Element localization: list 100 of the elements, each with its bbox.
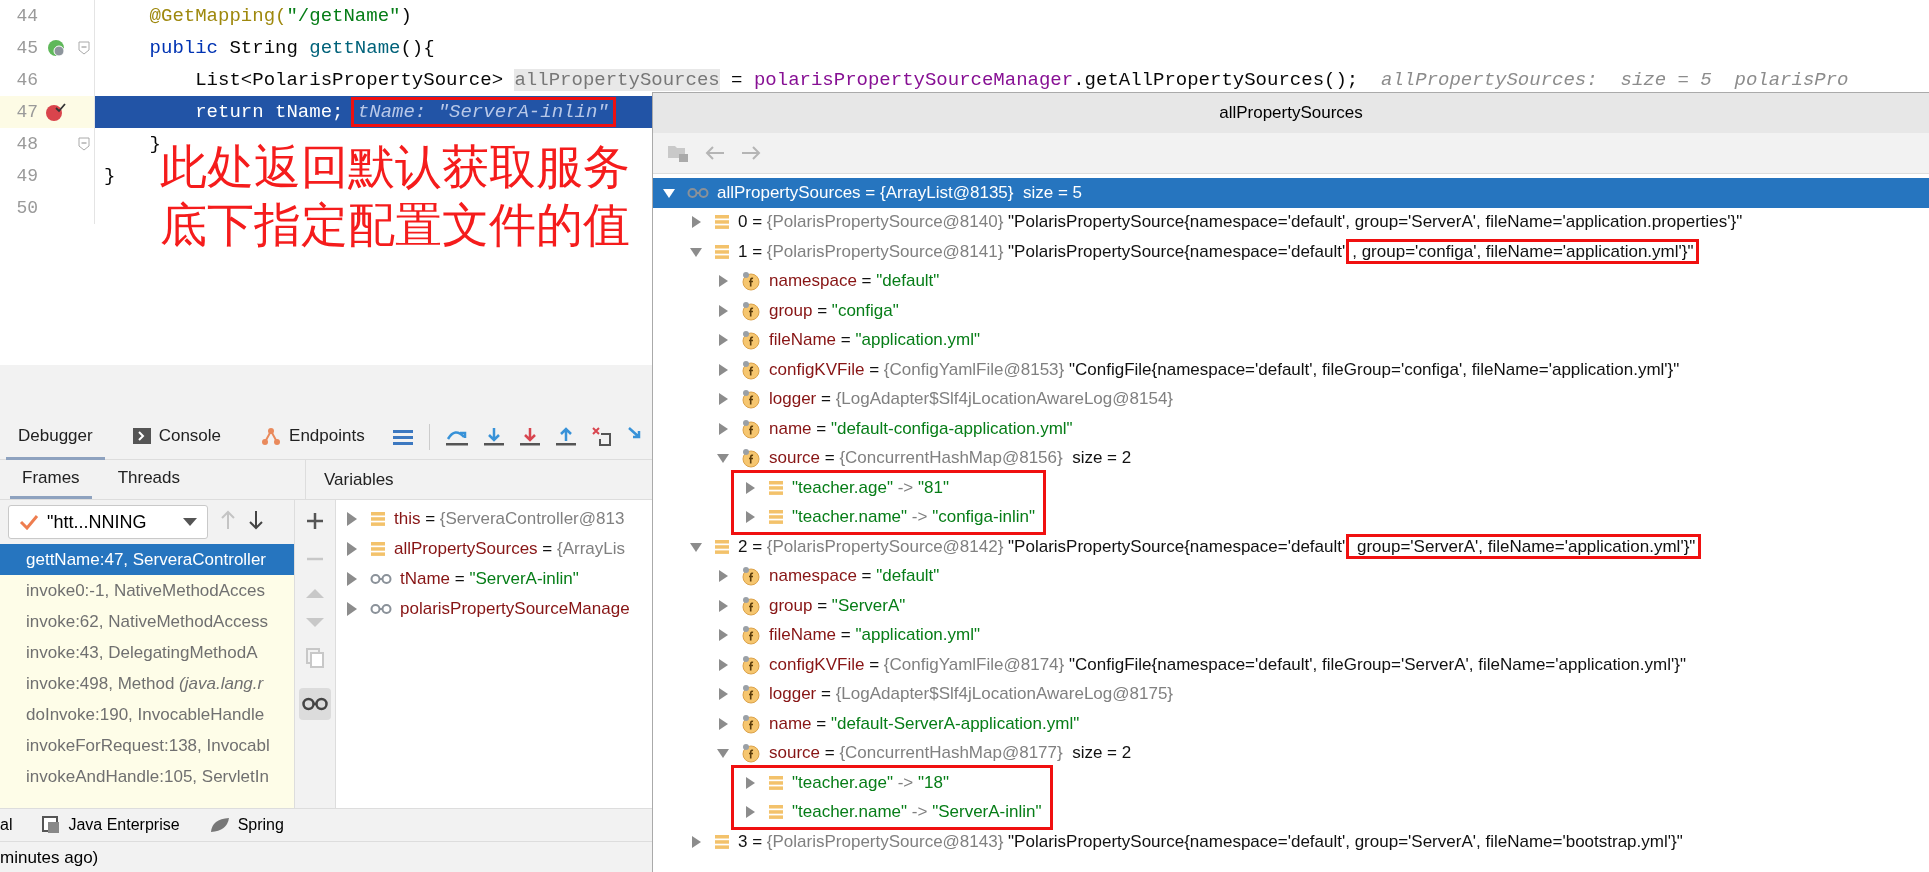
expand-arrow-icon[interactable] — [717, 422, 729, 435]
panel-tab[interactable]: Threads — [105, 460, 192, 499]
tool-window-button[interactable]: Java Enterprise — [42, 816, 180, 834]
expand-arrow-icon[interactable] — [717, 658, 729, 671]
expand-arrow-icon[interactable] — [717, 363, 729, 376]
expand-arrow-icon[interactable] — [717, 599, 729, 612]
entry-icon — [714, 833, 730, 850]
tree-row[interactable]: namespace = "default" — [707, 266, 1929, 296]
tree-row[interactable]: 0 = {PolarisPropertySource@8140} "PolarisPropertySource{namespace='default', group='ServerA', fileName='application.properties'}" — [680, 207, 1929, 237]
down-arrow-icon[interactable] — [483, 427, 504, 447]
tree-row[interactable]: configKVFile = {ConfigYamlFile@8174} "ConfigFile{namespace='default', fileGroup='ServerA', fileName='application.yml'}" — [707, 650, 1929, 680]
globe-icon[interactable] — [46, 38, 66, 58]
code-line: } — [103, 165, 116, 187]
line-number: 44 — [15, 6, 38, 26]
entry-icon — [370, 511, 386, 527]
tree-node-label: namespace = "default" — [769, 566, 940, 587]
tree-row[interactable]: group = "configa" — [707, 296, 1929, 326]
expand-arrow-icon[interactable] — [346, 572, 358, 586]
tree-row[interactable]: name = "default-configa-application.yml" — [707, 414, 1929, 444]
breakpoint-icon[interactable] — [45, 102, 67, 122]
panel-tab[interactable]: Frames — [10, 460, 92, 499]
tree-node-label: "teacher.name" -> "ServerA-inlin" — [792, 802, 1042, 823]
expand-arrow-icon[interactable] — [717, 629, 729, 642]
entry-icon — [768, 774, 784, 791]
expand-arrow-icon[interactable] — [717, 334, 729, 347]
tree-row[interactable]: logger = {LogAdapter$Slf4jLocationAwareLog@8175} — [707, 679, 1929, 709]
tree-row[interactable]: source = {ConcurrentHashMap@8177} size = 2 — [707, 738, 1929, 768]
tree-row[interactable]: source = {ConcurrentHashMap@8156} size = 2 — [707, 443, 1929, 473]
collapse-arrow-icon[interactable] — [690, 245, 702, 258]
expand-arrow-icon[interactable] — [717, 304, 729, 317]
stack-frame[interactable]: invoke:498, Method (java.lang.r — [0, 668, 294, 699]
expand-arrow-icon[interactable] — [744, 481, 756, 494]
folder-icon[interactable] — [667, 143, 689, 163]
expand-arrow-icon[interactable] — [717, 688, 729, 701]
tool-tab[interactable]: Endpoints — [249, 414, 377, 460]
glasses-button[interactable] — [299, 688, 331, 720]
expand-arrow-icon[interactable] — [717, 275, 729, 288]
tree-row[interactable]: "teacher.name" -> "ServerA-inlin" — [734, 797, 1042, 827]
tree-row[interactable]: "teacher.name" -> "configa-inlin" — [734, 502, 1035, 532]
glasses-icon — [370, 603, 392, 615]
collapse-arrow-icon[interactable] — [690, 540, 702, 553]
tree-row[interactable]: 3 = {PolarisPropertySource@8143} "PolarisPropertySource{namespace='default', group='ServerA', fileName='bootstrap.yml'}" — [680, 827, 1929, 857]
tree-row[interactable]: name = "default-ServerA-application.yml" — [707, 709, 1929, 739]
field-icon — [741, 595, 761, 616]
expand-arrow-icon[interactable] — [690, 216, 702, 229]
thread-dropdown[interactable]: "htt...NNING — [8, 505, 208, 539]
drop-frame-icon[interactable] — [591, 427, 612, 447]
stack-frame[interactable]: invokeAndHandle:105, ServletIn — [0, 761, 294, 792]
tool-tab[interactable]: Debugger — [6, 414, 105, 460]
tree-row[interactable]: allPropertySources = {ArrayList@8135} size = 5 — [653, 178, 1929, 208]
collapse-arrow-icon[interactable] — [717, 452, 729, 465]
collapse-arrow-icon[interactable] — [717, 747, 729, 760]
expand-arrow-icon[interactable] — [690, 835, 702, 848]
expand-arrow-icon[interactable] — [346, 602, 358, 616]
stack-frame[interactable]: invoke:62, NativeMethodAccess — [0, 606, 294, 637]
tree-row[interactable]: 2 = {PolarisPropertySource@8142} "PolarisPropertySource{namespace='default' group='ServerA', fileName='application.yml'}" — [680, 532, 1929, 562]
tree-node-label: 3 = {PolarisPropertySource@8143} "PolarisPropertySource{namespace='default', group='ServerA', fileName='bootstrap.yml'}" — [738, 831, 1683, 852]
up-arrow-icon[interactable] — [555, 427, 576, 447]
tool-window-button[interactable]: Spring — [209, 816, 284, 834]
stack-frame[interactable]: gettName:47, ServeraController — [0, 544, 294, 575]
expand-arrow-icon[interactable] — [717, 570, 729, 583]
expand-arrow-icon[interactable] — [744, 511, 756, 524]
panel-title: Variables — [324, 469, 394, 490]
expand-arrow-icon[interactable] — [744, 776, 756, 789]
glasses-icon — [302, 697, 328, 711]
forward-arrow-icon[interactable] — [741, 145, 761, 161]
tree-node-label: configKVFile = {ConfigYamlFile@8174} "ConfigFile{namespace='default', fileGroup='ServerA', fileName='application.yml'}" — [769, 654, 1686, 675]
stack-frame[interactable]: doInvoke:190, InvocableHandle — [0, 699, 294, 730]
tool-tab[interactable]: Console — [120, 414, 234, 460]
expand-arrow-icon[interactable] — [346, 542, 358, 556]
tree-row[interactable]: "teacher.age" -> "81" — [734, 473, 1035, 503]
tree-row[interactable]: namespace = "default" — [707, 561, 1929, 591]
field-icon — [741, 654, 761, 675]
menu-icon[interactable] — [392, 429, 413, 445]
tool-window-button[interactable]: al — [0, 816, 13, 834]
collapse-arrow-icon[interactable] — [663, 186, 675, 199]
down-arrow-icon[interactable] — [519, 427, 540, 447]
line-number: 46 — [15, 70, 38, 90]
plus-icon[interactable] — [306, 512, 324, 530]
line-number: 48 — [15, 134, 38, 154]
back-arrow-icon[interactable] — [705, 145, 725, 161]
fold-marker-icon[interactable] — [78, 137, 90, 151]
expand-arrow-icon[interactable] — [346, 512, 358, 526]
expand-arrow-icon[interactable] — [717, 393, 729, 406]
tree-node-label: name = "default-ServerA-application.yml" — [769, 713, 1080, 734]
tree-row[interactable]: 1 = {PolarisPropertySource@8141} "PolarisPropertySource{namespace='default' , group='configa', fileName='application.yml'}" — [680, 237, 1929, 267]
stack-frame[interactable]: invoke:43, DelegatingMethodA — [0, 637, 294, 668]
tree-row[interactable]: logger = {LogAdapter$Slf4jLocationAwareLog@8154} — [707, 384, 1929, 414]
stack-frame[interactable]: invokeForRequest:138, Invocabl — [0, 730, 294, 761]
tree-row[interactable]: fileName = "application.yml" — [707, 620, 1929, 650]
annotation-text: 此处返回默认获取服务 — [160, 138, 630, 196]
tree-row[interactable]: group = "ServerA" — [707, 591, 1929, 621]
expand-arrow-icon[interactable] — [744, 806, 756, 819]
tree-row[interactable]: fileName = "application.yml" — [707, 325, 1929, 355]
tree-node-label: namespace = "default" — [769, 271, 940, 292]
expand-arrow-icon[interactable] — [717, 717, 729, 730]
stack-frame[interactable]: invoke0:-1, NativeMethodAcces — [0, 575, 294, 606]
tree-row[interactable]: "teacher.age" -> "18" — [734, 768, 1042, 798]
tree-row[interactable]: configKVFile = {ConfigYamlFile@8153} "ConfigFile{namespace='default', fileGroup='configa', fileName='application.yml'}" — [707, 355, 1929, 385]
fold-marker-icon[interactable] — [78, 41, 90, 55]
